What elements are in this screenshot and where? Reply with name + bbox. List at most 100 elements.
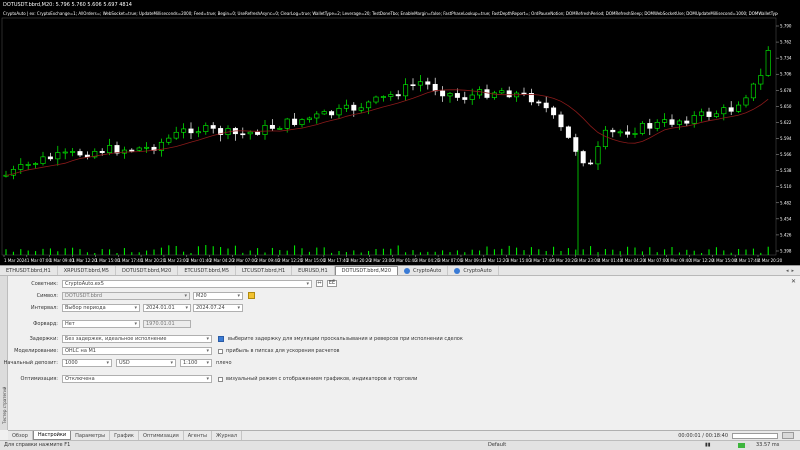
time-tick-label: 3 Mar 01:40: [392, 258, 417, 263]
candle-body: [713, 113, 719, 117]
currency-select[interactable]: USD: [116, 359, 176, 367]
candlestick-chart-svg: 5.790 5.762 5.734 5.706 5.678 5.650 5.622 5.594…: [1, 17, 792, 263]
chart-tab-label: CryptoAuto: [413, 267, 442, 274]
candle-body: [743, 97, 749, 106]
time-tick-label: 1 Mar 23:00: [164, 258, 189, 263]
time-tick-label: 3 Mar 07:00: [438, 258, 463, 263]
candle-body: [543, 102, 549, 109]
forward-date-input[interactable]: 1970.01.01: [143, 320, 191, 328]
leverage-select[interactable]: 1:100: [180, 359, 212, 367]
price-tick-label: 5.538: [780, 168, 792, 173]
candle-body: [610, 129, 616, 133]
chart-tab-ethusdt[interactable]: ETHUSDT.bbrd,H1: [0, 266, 58, 275]
date-from-value: 2024.01.01: [146, 305, 175, 311]
candle-body: [403, 84, 409, 97]
candle-body: [25, 164, 31, 166]
candle-body: [77, 151, 83, 156]
chart-tab-ltcusdt[interactable]: LTCUSDT.bbrd,H1: [236, 266, 293, 275]
chart-tab-label: XRPUSDT.bbrd,M5: [63, 267, 109, 274]
candle-body: [580, 151, 586, 164]
date-from-input[interactable]: 2024.01.01: [143, 304, 191, 312]
price-chart[interactable]: 5.790 5.762 5.734 5.706 5.678 5.650 5.622 5.594…: [0, 0, 800, 265]
candle-body: [684, 120, 690, 124]
visual-mode-checkbox[interactable]: [218, 377, 223, 382]
candle-body: [70, 151, 76, 153]
chart-tab-xrpusdt[interactable]: XRPUSDT.bbrd,M5: [58, 266, 116, 275]
chart-tab-dotusdt-1[interactable]: DOTUSDT.bbrd,M20: [116, 266, 179, 275]
delays-select[interactable]: Без задержек, идеальное исполнение: [62, 335, 212, 343]
candle-body: [499, 90, 505, 94]
candle-body: [299, 119, 305, 125]
tab-optimization[interactable]: Оптимизация: [139, 431, 184, 440]
help-text: Для справки нажмите F1: [4, 442, 71, 448]
currency-value: USD: [119, 360, 130, 366]
pips-profit-checkbox[interactable]: [218, 349, 223, 354]
interval-select[interactable]: Выбор периода: [62, 304, 140, 312]
time-tick-label: 3 Mar 23:00: [575, 258, 600, 263]
candle-body: [617, 131, 623, 134]
connection-icon: ▮▮: [705, 442, 711, 448]
candle-body: [343, 104, 349, 109]
symbol-row: Символ: DOTUSDT.bbrd M20: [0, 292, 800, 301]
chart-tab-etcusdt[interactable]: ETCUSDT.bbrd,M5: [178, 266, 237, 275]
swap-icon: ⇔: [317, 280, 322, 286]
date-to-input[interactable]: 2024.07.24: [193, 304, 243, 312]
time-tick-label: 4 Mar 20:20: [758, 258, 783, 263]
candle-body: [144, 146, 150, 149]
advisor-select[interactable]: CryptoAuto.ex5: [62, 280, 312, 288]
chart-tab-cryptoauto-2[interactable]: CryptoAuto: [448, 266, 499, 275]
tab-label: Параметры: [75, 432, 106, 439]
candle-body: [669, 119, 675, 125]
optimization-select[interactable]: Отключена: [62, 375, 212, 383]
tab-agents[interactable]: Агенты: [184, 431, 213, 440]
tab-journal[interactable]: Журнал: [212, 431, 243, 440]
expert-params-line: CryptoAuto | ex: CryptoExchange=1; AllOr…: [3, 11, 778, 16]
symbol-spec-icon[interactable]: [248, 292, 255, 299]
candle-body: [736, 104, 742, 112]
chart-tab-label: DOTUSDT.bbrd,M20: [341, 268, 392, 274]
candle-body: [181, 128, 187, 133]
interval-label: Интервал:: [30, 305, 58, 311]
advisor-row: Советник: CryptoAuto.ex5 ⇔ ЕЁ: [0, 280, 800, 289]
time-tick-label: 4 Mar 01:40: [598, 258, 623, 263]
tab-label: Агенты: [187, 432, 208, 439]
timeframe-select[interactable]: M20: [193, 292, 243, 300]
candle-body: [425, 81, 431, 85]
candle-body: [573, 137, 579, 152]
deposit-input[interactable]: 1000: [62, 359, 112, 367]
advisor-edit-button[interactable]: ЕЁ: [327, 280, 337, 287]
symbol-select[interactable]: DOTUSDT.bbrd: [62, 292, 190, 300]
chevron-left-icon[interactable]: ◂: [786, 268, 789, 274]
model-row: Моделирование: OHLC на M1 прибыль в пипс…: [0, 347, 800, 356]
tab-overview[interactable]: Обзор: [8, 431, 33, 440]
chart-tab-label: ETCUSDT.bbrd,M5: [184, 267, 230, 274]
candle-body: [462, 97, 468, 100]
candle-body: [440, 90, 446, 97]
tab-graph[interactable]: График: [110, 431, 139, 440]
candle-body: [765, 50, 771, 76]
candle-body: [373, 96, 379, 103]
tab-label: График: [114, 432, 134, 439]
tab-settings[interactable]: Настройки: [32, 431, 72, 440]
time-tick-label: 2 Mar 07:00: [232, 258, 257, 263]
candle-body: [366, 101, 372, 109]
candle-body: [277, 128, 283, 130]
candle-body: [506, 90, 512, 98]
chart-tab-label: DOTUSDT.bbrd,M20: [121, 267, 172, 274]
candle-body: [721, 107, 727, 115]
candle-body: [602, 129, 608, 147]
time-tick-label: 1 Mar 12:20: [73, 258, 98, 263]
candle-body: [728, 107, 734, 112]
candle-body: [55, 152, 61, 160]
candle-body: [395, 94, 401, 97]
candle-body: [195, 131, 201, 134]
chart-tab-cryptoauto-1[interactable]: CryptoAuto: [398, 266, 449, 275]
forward-select[interactable]: Нет: [62, 320, 140, 328]
tab-parameters[interactable]: Параметры: [71, 431, 111, 440]
chart-tab-dotusdt-active[interactable]: DOTUSDT.bbrd,M20: [334, 266, 399, 275]
advisor-swap-button[interactable]: ⇔: [316, 280, 323, 287]
model-select[interactable]: OHLC на M1: [62, 347, 212, 355]
chevron-right-icon[interactable]: ▸: [791, 268, 794, 274]
start-button[interactable]: [782, 432, 794, 439]
chart-tab-eurusd[interactable]: EURUSD,H1: [292, 266, 335, 275]
